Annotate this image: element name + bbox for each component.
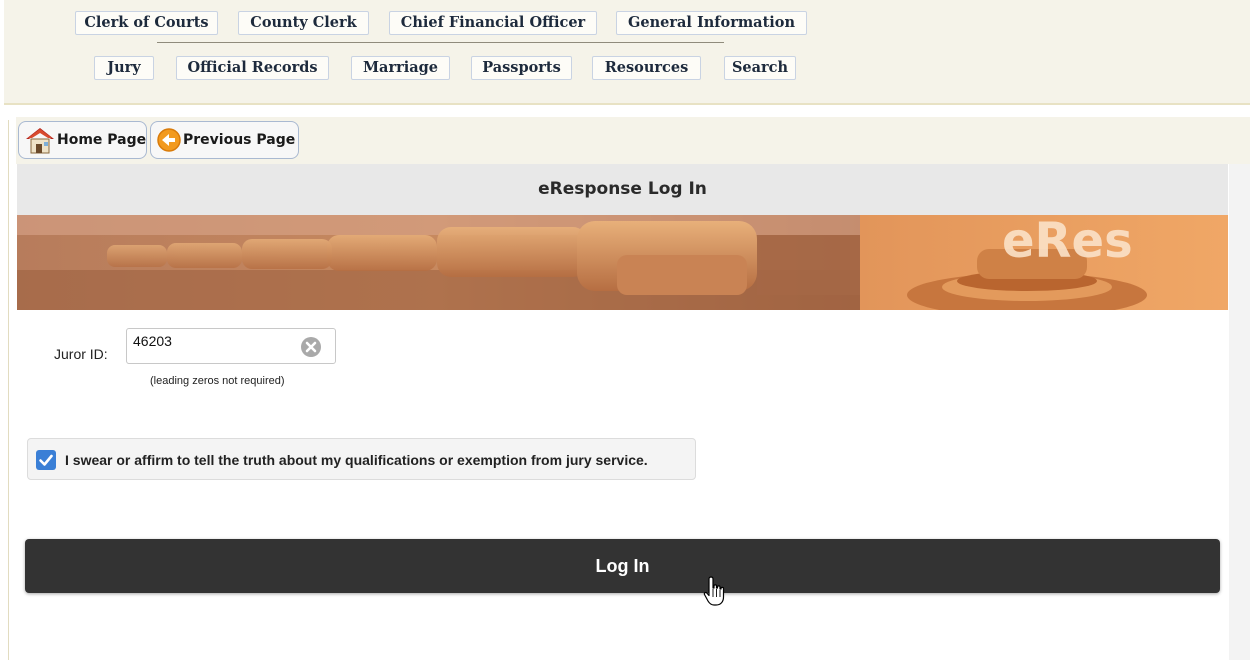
nav-divider <box>157 42 724 43</box>
nav-tab-passports[interactable]: Passports <box>471 56 572 80</box>
juror-id-hint: (leading zeros not required) <box>150 375 285 387</box>
nav-tab-search[interactable]: Search <box>724 56 796 80</box>
nav-tab-county-clerk[interactable]: County Clerk <box>238 11 369 35</box>
nav-tab-jury[interactable]: Jury <box>94 56 154 80</box>
oath-checkbox[interactable] <box>36 450 56 470</box>
back-arrow-icon <box>156 127 183 153</box>
clear-input-icon[interactable] <box>300 336 322 358</box>
left-border <box>8 120 9 660</box>
login-title: eResponse Log In <box>17 164 1228 215</box>
courtroom-banner: eRes <box>17 215 1228 310</box>
right-margin <box>1229 164 1250 660</box>
nav-tab-general-information[interactable]: General Information <box>616 11 807 35</box>
login-button[interactable]: Log In <box>25 539 1220 593</box>
house-icon <box>24 125 57 155</box>
banner-text: eRes <box>1002 215 1133 269</box>
previous-page-button[interactable]: Previous Page <box>150 121 299 159</box>
nav-tab-resources[interactable]: Resources <box>592 56 701 80</box>
hand-cursor-icon <box>703 575 727 607</box>
oath-label: I swear or affirm to tell the truth abou… <box>65 452 648 468</box>
juror-id-label: Juror ID: <box>54 346 108 362</box>
oath-checkbox-row[interactable]: I swear or affirm to tell the truth abou… <box>27 438 696 480</box>
nav-tab-marriage[interactable]: Marriage <box>351 56 450 80</box>
nav-tab-chief-financial-officer[interactable]: Chief Financial Officer <box>389 11 597 35</box>
nav-tab-clerk-of-courts[interactable]: Clerk of Courts <box>75 11 218 35</box>
top-navigation: Clerk of Courts County Clerk Chief Finan… <box>4 0 1250 105</box>
previous-page-label: Previous Page <box>183 132 296 148</box>
nav-tab-official-records[interactable]: Official Records <box>176 56 329 80</box>
home-page-button[interactable]: Home Page <box>18 121 147 159</box>
home-page-label: Home Page <box>57 132 147 148</box>
